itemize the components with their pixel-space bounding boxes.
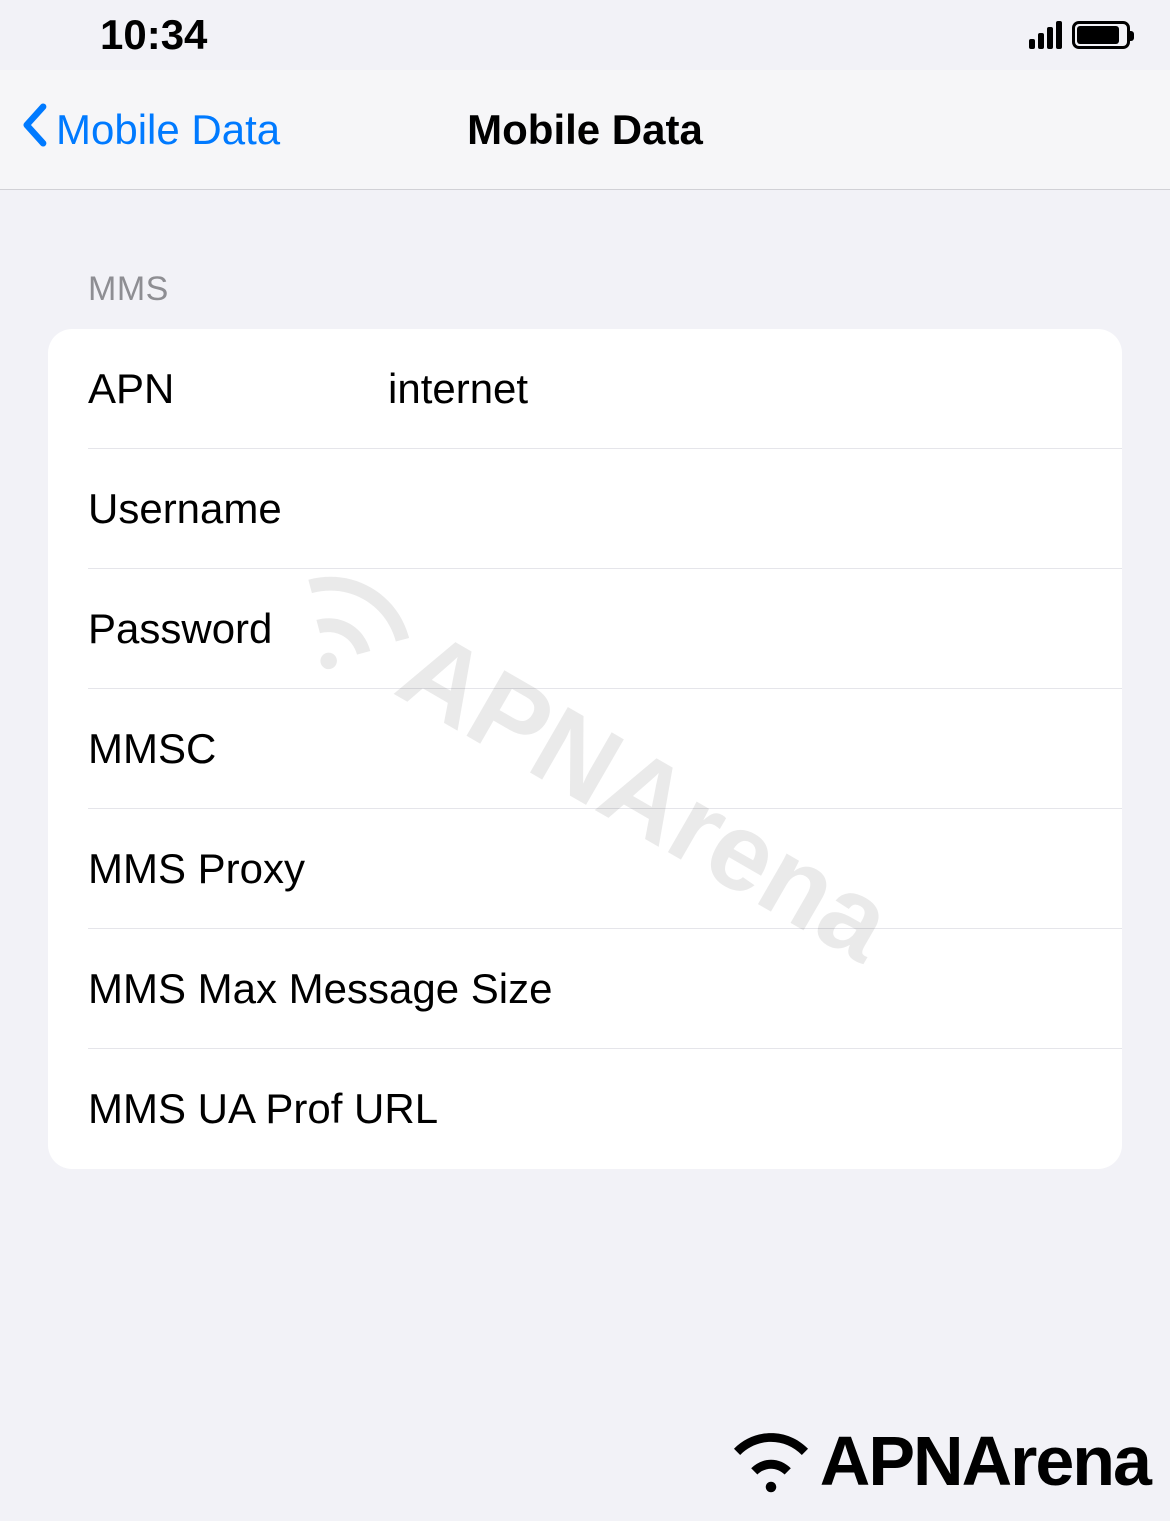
label-username: Username [88,485,388,533]
input-password[interactable] [388,605,1082,653]
back-button[interactable]: Mobile Data [0,100,280,160]
row-mms-max-size[interactable]: MMS Max Message Size [48,929,1122,1049]
settings-group: APN Username Password MMSC MMS Proxy MMS… [48,329,1122,1169]
footer-brand: APNArena [726,1421,1150,1501]
navigation-bar: Mobile Data Mobile Data [0,70,1170,190]
input-mms-proxy[interactable] [388,845,1082,893]
row-mmsc[interactable]: MMSC [48,689,1122,809]
row-username[interactable]: Username [48,449,1122,569]
row-password[interactable]: Password [48,569,1122,689]
battery-icon [1072,21,1130,49]
label-mms-ua-prof-url: MMS UA Prof URL [88,1085,438,1133]
status-indicators [1029,21,1130,49]
input-mms-ua-prof-url[interactable] [438,1085,1082,1133]
label-password: Password [88,605,388,653]
row-mms-ua-prof-url[interactable]: MMS UA Prof URL [48,1049,1122,1169]
label-apn: APN [88,365,388,413]
label-mms-max-size: MMS Max Message Size [88,965,552,1013]
content: MMS APN Username Password MMSC MMS Proxy… [0,190,1170,1169]
chevron-left-icon [20,100,48,160]
input-mmsc[interactable] [388,725,1082,773]
input-mms-max-size[interactable] [552,965,1093,1013]
status-bar: 10:34 [0,0,1170,70]
back-button-label: Mobile Data [56,106,280,154]
wifi-icon [726,1424,816,1499]
footer-brand-text: APNArena [820,1421,1150,1501]
section-header-mms: MMS [48,190,1122,329]
cellular-signal-icon [1029,21,1062,49]
status-time: 10:34 [100,11,207,59]
page-title: Mobile Data [467,106,703,154]
row-apn[interactable]: APN [48,329,1122,449]
row-mms-proxy[interactable]: MMS Proxy [48,809,1122,929]
label-mmsc: MMSC [88,725,388,773]
input-apn[interactable] [388,365,1082,413]
label-mms-proxy: MMS Proxy [88,845,388,893]
input-username[interactable] [388,485,1082,533]
